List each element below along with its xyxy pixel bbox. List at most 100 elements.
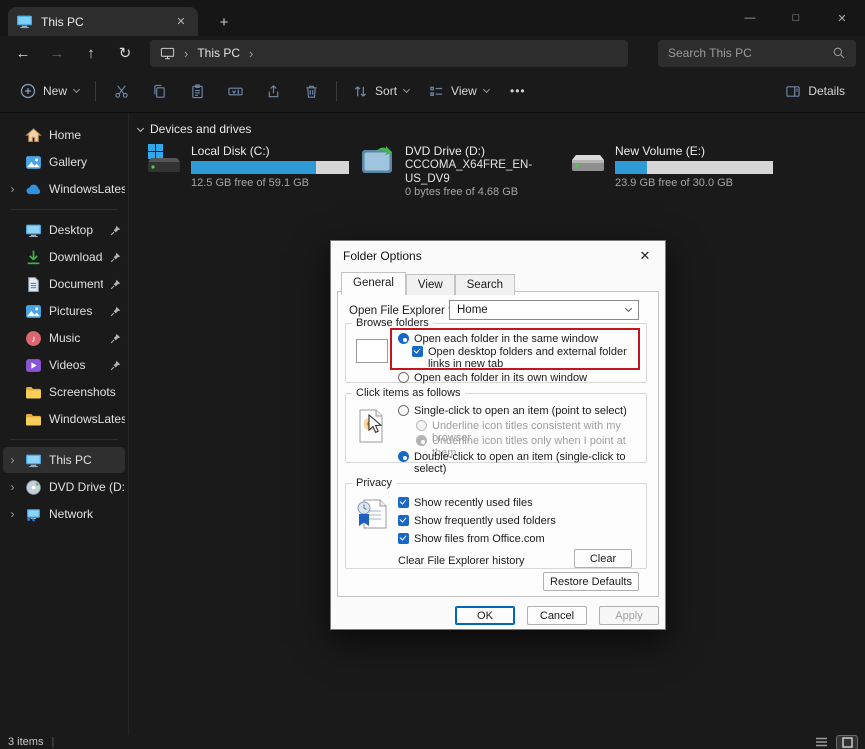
devices-and-drives-section-header[interactable]: Devices and drives — [130, 113, 865, 136]
sidebar-item-documents[interactable]: Documents — [3, 271, 125, 297]
forward-button[interactable]: → — [40, 38, 74, 68]
pictures-icon — [25, 303, 42, 320]
large-icons-view-toggle[interactable] — [837, 736, 857, 749]
capacity-bar — [191, 161, 349, 174]
chevron-collapse-icon[interactable] — [137, 124, 144, 131]
drive-free-space: 23.9 GB free of 30.0 GB — [615, 177, 775, 189]
maximize-button[interactable]: □ — [773, 0, 819, 36]
drive-new-volume-e[interactable]: New Volume (E:) 23.9 GB free of 30.0 GB — [570, 144, 775, 189]
more-options-button[interactable]: ••• — [499, 75, 537, 107]
radio-checked-icon[interactable] — [398, 333, 409, 344]
radio-same-window[interactable]: Open each folder in the same window — [398, 333, 598, 345]
tab-close-icon[interactable]: ✕ — [172, 13, 190, 31]
group-legend: Click items as follows — [352, 387, 465, 399]
chevron-right-icon[interactable]: › — [7, 453, 18, 467]
sidebar-item-music[interactable]: ♪ Music — [3, 325, 125, 351]
sidebar-item-this-pc[interactable]: › This PC — [3, 447, 125, 473]
paste-button[interactable] — [178, 75, 216, 107]
search-icon — [832, 46, 846, 60]
sidebar-item-downloads[interactable]: Downloads — [3, 244, 125, 270]
status-bar: 3 items | — [0, 735, 865, 749]
sidebar-separator — [10, 439, 118, 440]
click-items-icon — [358, 409, 384, 443]
chevron-down-icon — [403, 86, 410, 93]
breadcrumb[interactable]: This PC — [197, 46, 240, 60]
search-box[interactable] — [658, 40, 856, 67]
sidebar-item-gallery[interactable]: Gallery — [3, 149, 125, 175]
this-pc-icon — [16, 13, 33, 30]
clear-button[interactable]: Clear — [574, 549, 632, 568]
tab-search[interactable]: Search — [455, 274, 515, 295]
new-button[interactable]: New — [10, 75, 89, 107]
rename-button[interactable] — [216, 75, 254, 107]
sidebar-item-network[interactable]: › Network — [3, 501, 125, 527]
chevron-right-icon[interactable]: › — [7, 182, 18, 196]
restore-defaults-button[interactable]: Restore Defaults — [543, 572, 639, 591]
chevron-right-icon[interactable]: › — [7, 507, 18, 521]
checkbox-office-files[interactable]: Show files from Office.com — [398, 533, 545, 545]
sidebar-item-pictures[interactable]: Pictures — [3, 298, 125, 324]
details-view-toggle[interactable] — [811, 736, 831, 749]
radio-double-click[interactable]: Double-click to open an item (single-cli… — [398, 451, 646, 475]
view-button[interactable]: View — [419, 75, 499, 107]
onedrive-cloud-icon — [25, 181, 42, 198]
new-tab-button[interactable]: + — [212, 10, 236, 34]
privacy-icon — [356, 499, 390, 531]
copy-button[interactable] — [140, 75, 178, 107]
refresh-button[interactable]: ↻ — [108, 38, 142, 68]
explorer-tab[interactable]: This PC ✕ — [8, 7, 198, 36]
sort-button-label: Sort — [375, 84, 397, 98]
checkbox-recent-files[interactable]: Show recently used files — [398, 497, 533, 509]
breadcrumb-separator[interactable]: › — [249, 46, 253, 61]
radio-checked-icon[interactable] — [398, 451, 409, 462]
breadcrumb-separator: › — [184, 46, 188, 61]
radio-disabled-icon — [416, 420, 427, 431]
share-button[interactable] — [254, 75, 292, 107]
folder-options-dialog: Folder Options ✕ General View Search Ope… — [330, 240, 666, 630]
radio-single-click[interactable]: Single-click to open an item (point to s… — [398, 405, 627, 417]
dialog-close-button[interactable]: ✕ — [633, 246, 657, 266]
chevron-down-icon — [483, 86, 490, 93]
sidebar-item-dvd-drive[interactable]: › DVD Drive (D:) CCC — [3, 474, 125, 500]
checkbox-checked-icon[interactable] — [398, 497, 409, 508]
checkbox-checked-icon[interactable] — [412, 346, 423, 357]
sidebar-item-home[interactable]: Home — [3, 122, 125, 148]
cut-button[interactable] — [102, 75, 140, 107]
sidebar-item-windowslatest[interactable]: WindowsLatest — [3, 406, 125, 432]
drive-dvd-d[interactable]: DVD Drive (D:) CCCOMA_X64FRE_EN-US_DV9 0… — [360, 144, 565, 198]
up-button[interactable]: ↑ — [74, 38, 108, 68]
sort-button[interactable]: Sort — [343, 75, 419, 107]
drive-local-disk-c[interactable]: Local Disk (C:) 12.5 GB free of 59.1 GB — [146, 144, 351, 189]
radio-own-window[interactable]: Open each folder in its own window — [398, 372, 587, 384]
sidebar-item-desktop[interactable]: Desktop — [3, 217, 125, 243]
sidebar-item-videos[interactable]: Videos — [3, 352, 125, 378]
status-separator: | — [51, 736, 54, 748]
pin-icon — [110, 225, 121, 236]
checkbox-new-tab[interactable]: Open desktop folders and external folder… — [412, 346, 640, 370]
ok-button[interactable]: OK — [455, 606, 515, 625]
trash-icon — [304, 84, 319, 99]
folder-icon — [25, 411, 42, 428]
minimize-button[interactable]: — — [727, 0, 773, 36]
home-icon — [25, 127, 42, 144]
sidebar-item-onedrive[interactable]: › WindowsLatest - Pe — [3, 176, 125, 202]
close-button[interactable]: ✕ — [819, 0, 865, 36]
checkbox-checked-icon[interactable] — [398, 515, 409, 526]
sidebar-item-screenshots[interactable]: Screenshots — [3, 379, 125, 405]
checkbox-frequent-folders[interactable]: Show frequently used folders — [398, 515, 556, 527]
cancel-button[interactable]: Cancel — [527, 606, 587, 625]
tab-general[interactable]: General — [341, 272, 406, 295]
chevron-right-icon[interactable]: › — [7, 480, 18, 494]
command-toolbar: New Sort View ••• Details — [0, 70, 865, 113]
tab-view[interactable]: View — [406, 274, 455, 295]
details-pane-button[interactable]: Details — [775, 75, 855, 107]
computer-icon — [160, 46, 175, 61]
address-bar[interactable]: › This PC › — [150, 40, 628, 67]
dvd-disc-icon — [25, 479, 42, 496]
back-button[interactable]: ← — [6, 38, 40, 68]
checkbox-checked-icon[interactable] — [398, 533, 409, 544]
radio-unchecked-icon[interactable] — [398, 405, 409, 416]
search-input[interactable] — [668, 46, 832, 60]
delete-button[interactable] — [292, 75, 330, 107]
radio-unchecked-icon[interactable] — [398, 372, 409, 383]
